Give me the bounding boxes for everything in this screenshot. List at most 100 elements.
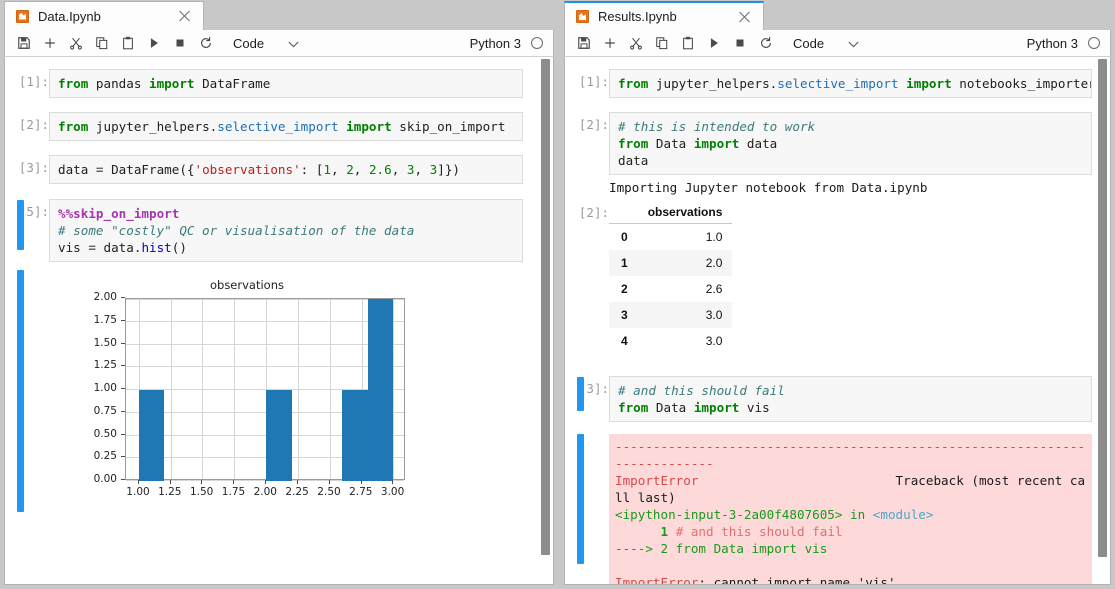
tab-results-ipynb[interactable]: Results.Ipynb bbox=[564, 1, 764, 30]
cell-input[interactable]: # and this should fail from Data import … bbox=[609, 376, 1092, 422]
chevron-down-icon bbox=[288, 36, 299, 51]
clipboard-icon[interactable] bbox=[115, 30, 141, 56]
y-tick-label: 0.75 bbox=[93, 404, 117, 417]
restart-circular-arrow-icon[interactable] bbox=[753, 30, 779, 56]
table-cell: 2.0 bbox=[705, 256, 723, 270]
stdout-text: Importing Jupyter notebook from Data.ipy… bbox=[609, 180, 928, 195]
close-icon[interactable] bbox=[178, 10, 191, 23]
vertical-scrollbar-left[interactable] bbox=[538, 57, 553, 584]
tabbar-right: Results.Ipynb bbox=[558, 0, 1115, 30]
selected-cell-marker bbox=[17, 200, 24, 250]
cell-input[interactable]: %%skip_on_import # some "costly" QC or v… bbox=[49, 199, 523, 262]
vertical-scrollbar-right[interactable] bbox=[1095, 57, 1110, 584]
notebook-cell[interactable]: [1]: from jupyter_helpers.selective_impo… bbox=[565, 69, 1110, 98]
notebook-window-results: Results.Ipynb Code Python 3 [1]: from ju… bbox=[558, 0, 1115, 589]
cell-type-select[interactable]: Code bbox=[233, 36, 299, 51]
histogram-chart: observations 0.00 0.25 0.50 0.75 1.00 1.… bbox=[67, 276, 437, 508]
histogram-bar bbox=[138, 390, 165, 481]
notebook-cell-selected[interactable]: [3]: # and this should fail from Data im… bbox=[565, 376, 1110, 422]
dataframe-output-area: observations 0 1.0 1 2.0 2 2.6 3 3.0 4 3… bbox=[609, 200, 1092, 354]
row-index: 1 bbox=[621, 256, 628, 270]
table-cell: 2.6 bbox=[705, 282, 723, 296]
y-tick-label: 0.00 bbox=[93, 473, 117, 485]
insert-cell-button[interactable] bbox=[37, 30, 63, 56]
kernel-status-right: Python 3 bbox=[1027, 30, 1100, 56]
cell-output-stdout: Importing Jupyter notebook from Data.ipy… bbox=[565, 175, 1110, 198]
cell-type-value: Code bbox=[233, 35, 265, 51]
table-row: 4 3.0 bbox=[609, 328, 732, 354]
cell-prompt: [2]: bbox=[18, 117, 49, 132]
traceback-text: ----------------------------------------… bbox=[609, 434, 1092, 584]
histogram-bar bbox=[342, 390, 368, 481]
output-prompt bbox=[5, 270, 49, 275]
restart-circular-arrow-icon[interactable] bbox=[193, 30, 219, 56]
kernel-idle-circle-icon[interactable] bbox=[1088, 37, 1100, 49]
traceback-arrow-line: ----> 2 from Data import vis bbox=[615, 541, 828, 556]
notebook-cell[interactable]: [3]: data = DataFrame({'observations': [… bbox=[5, 155, 553, 184]
selected-cell-output-marker bbox=[17, 270, 24, 512]
cell-input[interactable]: # this is intended to work from Data imp… bbox=[609, 112, 1092, 175]
cell-prompt: [3]: bbox=[578, 381, 609, 396]
error-output-area: ----------------------------------------… bbox=[609, 434, 1092, 584]
cell-input[interactable]: from jupyter_helpers.selective_import im… bbox=[49, 112, 523, 141]
y-tick-label: 1.75 bbox=[93, 313, 117, 326]
chart-title: observations bbox=[209, 278, 284, 292]
cell-input[interactable]: from pandas import DataFrame bbox=[49, 69, 523, 98]
kernel-name: Python 3 bbox=[1026, 35, 1078, 51]
scissors-icon[interactable] bbox=[623, 30, 649, 56]
kernel-idle-circle-icon[interactable] bbox=[531, 37, 543, 49]
notebook-area-left: [1]: from pandas import DataFrame [2]: f… bbox=[4, 57, 554, 585]
cell-input[interactable]: data = DataFrame({'observations': [1, 2,… bbox=[49, 155, 523, 184]
notebook-cell-selected[interactable]: [5]: %%skip_on_import # some "costly" QC… bbox=[5, 199, 553, 262]
cell-prompt: [3]: bbox=[18, 160, 49, 175]
table-cell: 1.0 bbox=[705, 230, 723, 244]
toolbar-right: Code Python 3 bbox=[564, 30, 1111, 57]
output-prompt: [2]: bbox=[578, 205, 609, 220]
traceback-message: : cannot import name 'vis' bbox=[698, 575, 896, 584]
notebook-cell[interactable]: [1]: from pandas import DataFrame bbox=[5, 69, 553, 98]
figure-output-area: observations 0.00 0.25 0.50 0.75 1.00 1.… bbox=[49, 270, 553, 516]
cell-prompt: [1]: bbox=[578, 74, 609, 89]
jupyter-notebook-icon bbox=[576, 10, 589, 23]
output-prompt bbox=[565, 434, 609, 439]
cell-input[interactable]: from jupyter_helpers.selective_import im… bbox=[609, 69, 1092, 98]
insert-cell-button[interactable] bbox=[597, 30, 623, 56]
row-index: 4 bbox=[621, 334, 628, 348]
save-button[interactable] bbox=[11, 30, 37, 56]
table-row: 3 3.0 bbox=[609, 302, 733, 328]
stop-square-icon[interactable] bbox=[167, 30, 193, 56]
index-header bbox=[609, 202, 638, 224]
scrollbar-thumb[interactable] bbox=[1098, 59, 1107, 557]
notebook-cell[interactable]: [2]: from jupyter_helpers.selective_impo… bbox=[5, 112, 553, 141]
cell-type-select[interactable]: Code bbox=[793, 36, 859, 51]
kernel-status-left: Python 3 bbox=[470, 30, 543, 56]
scrollbar-thumb[interactable] bbox=[541, 59, 550, 555]
row-index: 0 bbox=[621, 230, 628, 244]
y-tick-label: 1.00 bbox=[93, 382, 117, 394]
tab-data-ipynb[interactable]: Data.Ipynb bbox=[4, 1, 204, 30]
y-tick-label: 1.25 bbox=[93, 359, 117, 372]
stop-square-icon[interactable] bbox=[727, 30, 753, 56]
notebook-cell[interactable]: [2]: # this is intended to work from Dat… bbox=[565, 112, 1110, 175]
notebook-window-data: Data.Ipynb Code Python 3 [1]: from panda… bbox=[0, 0, 558, 589]
clipboard-icon[interactable] bbox=[675, 30, 701, 56]
histogram-bar bbox=[266, 390, 292, 481]
output-prompt bbox=[565, 175, 609, 180]
cell-output-error: ----------------------------------------… bbox=[565, 434, 1110, 584]
save-button[interactable] bbox=[571, 30, 597, 56]
notebook-scroll-right: [1]: from jupyter_helpers.selective_impo… bbox=[565, 57, 1110, 584]
cell-prompt: [1]: bbox=[18, 74, 49, 89]
table-header-row: observations bbox=[609, 202, 733, 224]
kernel-name: Python 3 bbox=[469, 35, 521, 51]
run-cell-button[interactable] bbox=[701, 30, 727, 56]
table-row: 0 1.0 bbox=[609, 224, 732, 251]
copy-icon[interactable] bbox=[89, 30, 115, 56]
scissors-icon[interactable] bbox=[63, 30, 89, 56]
close-icon[interactable] bbox=[738, 10, 751, 23]
traceback-line-code: # and this should fail bbox=[675, 524, 843, 539]
row-index: 2 bbox=[621, 282, 628, 296]
table-cell: 3.0 bbox=[705, 334, 723, 348]
copy-icon[interactable] bbox=[649, 30, 675, 56]
cell-type-value: Code bbox=[793, 35, 825, 51]
run-cell-button[interactable] bbox=[141, 30, 167, 56]
